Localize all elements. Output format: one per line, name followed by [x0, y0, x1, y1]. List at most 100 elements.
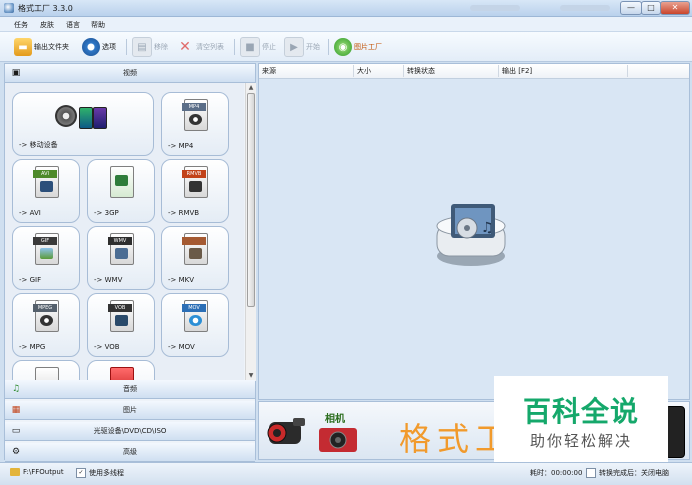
close-button[interactable]: ✕	[660, 1, 690, 15]
music-note-icon: ♫	[11, 384, 21, 394]
clear-x-icon: ✕	[179, 39, 191, 55]
tile-label: -> AVI	[19, 209, 41, 217]
folder-icon	[10, 468, 20, 476]
format-tile-mp4[interactable]: MP4 -> MP4	[161, 92, 229, 156]
video-format-grid: -> 移动设备 MP4 -> MP4 AVI -> AVI -> 3GP RMV…	[5, 83, 244, 381]
format-tile-wmv[interactable]: WMV -> WMV	[87, 226, 155, 290]
col-divider	[498, 65, 499, 77]
format-tile-vob[interactable]: VOB -> VOB	[87, 293, 155, 357]
stop-button[interactable]: ■ 停止	[240, 37, 276, 57]
mp4-file-icon: MP4	[182, 99, 208, 131]
image-factory-icon: ◉	[334, 38, 352, 56]
start-label: 开始	[306, 43, 320, 51]
gear-icon: ⚙	[11, 447, 21, 457]
mov-file-icon: MOV	[182, 300, 208, 332]
mkv-file-icon	[182, 233, 208, 265]
col-source[interactable]: 来源	[262, 66, 276, 76]
elapsed-label: 耗时：00:00:00	[530, 469, 583, 477]
file-badge: RMVB	[182, 170, 206, 178]
advanced-header-label: 高级	[123, 448, 137, 456]
options-icon	[82, 38, 100, 56]
col-divider	[627, 65, 628, 77]
image-factory-button[interactable]: ◉ 图片工厂	[334, 37, 382, 57]
output-path-item[interactable]: F:\FFOutput	[10, 468, 64, 476]
audio-category-header[interactable]: ♫ 音频	[5, 380, 255, 399]
file-badge: GIF	[33, 237, 57, 245]
format-tile-gif[interactable]: GIF -> GIF	[12, 226, 80, 290]
smartphone-icon	[665, 406, 685, 458]
options-button[interactable]: 选项	[82, 37, 116, 57]
avi-file-icon: AVI	[33, 166, 59, 198]
watermark-title: 百科全说	[522, 395, 639, 428]
file-badge	[182, 237, 206, 245]
col-divider	[403, 65, 404, 77]
format-tile-mkv[interactable]: -> MKV	[161, 226, 229, 290]
format-tile-3gp[interactable]: -> 3GP	[87, 159, 155, 223]
video-category-header[interactable]: ▣ 视频	[5, 64, 255, 83]
col-divider	[353, 65, 354, 77]
elapsed-time: 耗时：00:00:00	[530, 468, 582, 478]
tile-label: -> MPG	[19, 343, 46, 351]
toolbar-divider	[126, 39, 127, 55]
file-badge: MOV	[182, 304, 206, 312]
vertical-scrollbar[interactable]: ▲ ▼	[245, 83, 256, 381]
camera-icon	[319, 428, 357, 452]
scroll-up-icon[interactable]: ▲	[247, 84, 255, 92]
format-tile-mov[interactable]: MOV -> MOV	[161, 293, 229, 357]
format-tile-mobile[interactable]: -> 移动设备	[12, 92, 154, 156]
tile-label: -> MP4	[168, 142, 194, 150]
vob-file-icon: VOB	[108, 300, 134, 332]
format-tile-partial[interactable]	[12, 360, 80, 381]
film-reel-icon	[55, 105, 77, 127]
clear-list-label: 清空列表	[196, 43, 224, 51]
menu-skin[interactable]: 皮肤	[40, 20, 54, 30]
phone-icon	[79, 107, 93, 129]
phone-media-icon	[115, 175, 128, 186]
gif-file-icon: GIF	[33, 233, 59, 265]
picture-category-header[interactable]: ▦ 图片	[5, 401, 255, 420]
scroll-thumb[interactable]	[247, 93, 255, 307]
disc-header-label: 光驱设备\DVD\CD\ISO	[93, 427, 167, 435]
camera-icon	[115, 248, 128, 259]
stop-icon: ■	[240, 37, 260, 57]
picture-icon	[40, 248, 53, 259]
blurred-area	[560, 5, 610, 11]
start-button[interactable]: ▶ 开始	[284, 37, 320, 57]
format-tile-mpg[interactable]: MPEG -> MPG	[12, 293, 80, 357]
disc-category-header[interactable]: ▭ 光驱设备\DVD\CD\ISO	[5, 422, 255, 441]
tile-label: -> VOB	[94, 343, 120, 351]
col-status[interactable]: 转换状态	[407, 66, 435, 76]
status-bar: F:\FFOutput ✓ 使用多线程 耗时：00:00:00 转换完成后：关闭…	[0, 462, 692, 485]
maximize-button[interactable]: □	[641, 1, 661, 15]
format-tile-partial[interactable]	[87, 360, 155, 381]
format-tile-rmvb[interactable]: RMVB -> RMVB	[161, 159, 229, 223]
minimize-button[interactable]: —	[620, 1, 642, 15]
film-strip-icon	[189, 248, 202, 259]
task-list[interactable]: 来源 大小 转换状态 输出 [F2] ♫	[258, 63, 690, 400]
advanced-category-header[interactable]: ⚙ 高级	[5, 443, 255, 462]
scroll-down-icon[interactable]: ▼	[247, 372, 255, 380]
menu-help[interactable]: 帮助	[91, 20, 105, 30]
film-icon: ▣	[11, 68, 21, 78]
clear-list-button[interactable]: ✕ 清空列表	[176, 37, 224, 57]
film-icon	[189, 181, 202, 192]
remove-button[interactable]: ▤ 移除	[132, 37, 168, 57]
format-tile-avi[interactable]: AVI -> AVI	[12, 159, 80, 223]
after-convert-checkbox[interactable]: 转换完成后：关闭电脑	[586, 468, 669, 478]
multithread-checkbox[interactable]: ✓ 使用多线程	[76, 468, 124, 478]
options-label: 选项	[102, 43, 116, 51]
tile-label: -> 3GP	[94, 209, 119, 217]
menu-task[interactable]: 任务	[14, 20, 28, 30]
app-icon	[4, 3, 14, 13]
output-folder-button[interactable]: ▬ 输出文件夹	[14, 37, 69, 57]
tile-label: -> 移动设备	[19, 141, 58, 149]
col-size[interactable]: 大小	[357, 66, 371, 76]
file-icon	[110, 367, 134, 381]
col-output[interactable]: 输出 [F2]	[502, 66, 532, 76]
drive-icon: ▭	[11, 426, 21, 436]
menu-language[interactable]: 语言	[66, 20, 80, 30]
tile-label: -> MKV	[168, 276, 195, 284]
picture-header-label: 图片	[123, 406, 137, 414]
wmv-file-icon: WMV	[108, 233, 134, 265]
remove-label: 移除	[154, 43, 168, 51]
